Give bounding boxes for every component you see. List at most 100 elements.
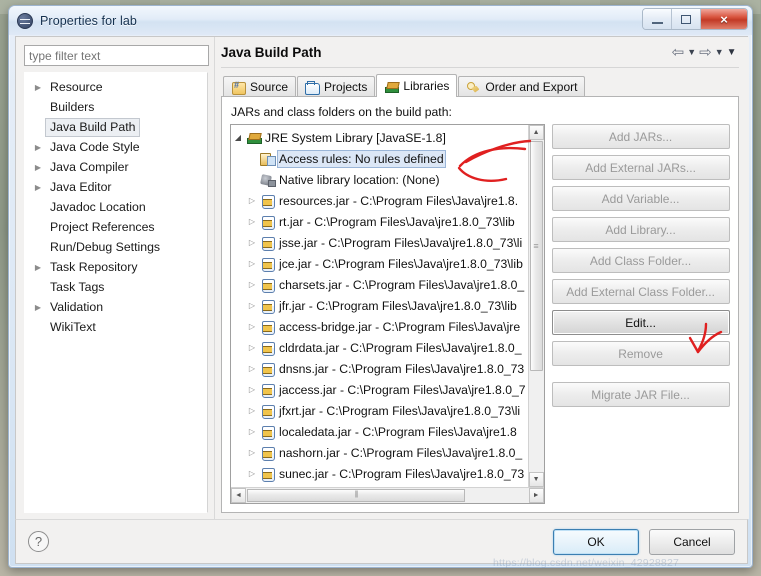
twisty-expanded-icon[interactable]: ◢ — [231, 133, 245, 142]
arrow-left-icon[interactable]: ⇦ — [672, 45, 685, 60]
chevron-right-icon[interactable]: ▶ — [31, 143, 45, 152]
java-build-path-page: Java Build Path ⇦ ▼ ⇨ ▼ ▼ Source Projects… — [214, 37, 749, 519]
jar-tree-row[interactable]: ▷ jfr.jar - C:\Program Files\Java\jre1.8.… — [231, 295, 528, 316]
twisty-collapsed-icon[interactable]: ▷ — [245, 448, 259, 457]
cancel-button[interactable]: Cancel — [649, 528, 735, 555]
sidebar-item-label: Project References — [50, 219, 155, 234]
sidebar-item-builders[interactable]: ▶ Builders — [25, 97, 207, 117]
edit-button[interactable]: Edit... — [551, 310, 730, 335]
jar-tree-row[interactable]: ▷ nashorn.jar - C:\Program Files\Java\jre… — [231, 442, 528, 463]
jar-list-vertical-scrollbar[interactable]: ▲ ▼ — [527, 125, 544, 487]
jar-tree-row[interactable]: Access rules: No rules defined — [231, 148, 528, 169]
jar-tree-row[interactable]: ▷ jsse.jar - C:\Program Files\Java\jre1.8… — [231, 232, 528, 253]
add-jars-button[interactable]: Add JARs... — [551, 124, 730, 149]
jar-tree-row-label: sunec.jar - C:\Program Files\Java\jre1.8… — [279, 466, 525, 481]
tree-spacer: ▶ — [31, 103, 45, 112]
twisty-collapsed-icon[interactable]: ▷ — [245, 301, 259, 310]
tab-projects[interactable]: Projects — [297, 76, 376, 97]
twisty-collapsed-icon[interactable]: ▷ — [245, 259, 259, 268]
sidebar-item-resource[interactable]: ▶ Resource — [25, 77, 207, 97]
jar-icon — [259, 256, 277, 272]
twisty-collapsed-icon[interactable]: ▷ — [245, 469, 259, 478]
back-history-chevron-down-icon[interactable]: ▼ — [687, 48, 696, 57]
add-external-jars-button[interactable]: Add External JARs... — [551, 155, 730, 180]
jar-tree-row[interactable]: ▷ dnsns.jar - C:\Program Files\Java\jre1.… — [231, 358, 528, 379]
twisty-collapsed-icon[interactable]: ▷ — [245, 322, 259, 331]
add-variable-button[interactable]: Add Variable... — [551, 186, 730, 211]
sidebar-item-java-build-path[interactable]: ▶Java Build Path — [25, 117, 207, 137]
dialog-body: ▶Resource▶Builders▶Java Build Path▶Java … — [15, 36, 749, 519]
filter-input[interactable] — [24, 45, 209, 66]
maximize-button[interactable] — [672, 9, 701, 29]
page-menu-chevron-down-icon[interactable]: ▼ — [727, 47, 737, 58]
chevron-right-icon[interactable]: ▶ — [31, 263, 45, 272]
sidebar-item-wikitext[interactable]: ▶ WikiText — [25, 317, 207, 337]
twisty-collapsed-icon[interactable]: ▷ — [245, 343, 259, 352]
close-button[interactable]: × — [701, 9, 747, 29]
sidebar-item-label: Javadoc Location — [50, 199, 146, 214]
chevron-right-icon[interactable]: ▶ — [31, 303, 45, 312]
chevron-right-icon[interactable]: ▶ — [31, 183, 45, 192]
sidebar-item-label: Builders — [50, 99, 95, 114]
jar-tree-row[interactable]: ▷ charsets.jar - C:\Program Files\Java\jr… — [231, 274, 528, 295]
arrow-right-icon[interactable]: ⇨ — [699, 45, 712, 60]
sidebar-item-java-editor[interactable]: ▶ Java Editor — [25, 177, 207, 197]
scroll-down-arrow-icon[interactable]: ▼ — [528, 472, 544, 487]
migrate-jar-file-button[interactable]: Migrate JAR File... — [551, 382, 730, 407]
window-title: Properties for lab — [40, 13, 137, 28]
twisty-collapsed-icon[interactable]: ▷ — [245, 196, 259, 205]
sidebar-item-validation[interactable]: ▶ Validation — [25, 297, 207, 317]
jar-tree-row[interactable]: ▷ jfxrt.jar - C:\Program Files\Java\jre1.… — [231, 400, 528, 421]
forward-history-chevron-down-icon[interactable]: ▼ — [715, 48, 724, 57]
jar-tree-row[interactable]: ◢ JRE System Library [JavaSE-1.8] — [231, 127, 528, 148]
sidebar-item-label: Task Tags — [50, 279, 105, 294]
add-library-button[interactable]: Add Library... — [551, 217, 730, 242]
sidebar-item-java-compiler[interactable]: ▶ Java Compiler — [25, 157, 207, 177]
twisty-collapsed-icon[interactable]: ▷ — [245, 385, 259, 394]
chevron-right-icon[interactable]: ▶ — [31, 163, 45, 172]
tree-spacer: ▶ — [31, 323, 45, 332]
chevron-right-icon[interactable]: ▶ — [31, 83, 45, 92]
question-mark-icon[interactable]: ? — [28, 531, 49, 552]
jar-tree-row[interactable]: ▷ jce.jar - C:\Program Files\Java\jre1.8.… — [231, 253, 528, 274]
add-external-class-folder-button[interactable]: Add External Class Folder... — [551, 279, 730, 304]
horizontal-scroll-thumb[interactable] — [247, 489, 465, 502]
add-class-folder-button[interactable]: Add Class Folder... — [551, 248, 730, 273]
ok-button[interactable]: OK — [553, 528, 639, 555]
twisty-collapsed-icon[interactable]: ▷ — [245, 217, 259, 226]
sidebar-item-task-repository[interactable]: ▶ Task Repository — [25, 257, 207, 277]
sidebar-item-project-references[interactable]: ▶ Project References — [25, 217, 207, 237]
jar-tree-row[interactable]: ▷ cldrdata.jar - C:\Program Files\Java\jr… — [231, 337, 528, 358]
sidebar-item-javadoc-location[interactable]: ▶ Javadoc Location — [25, 197, 207, 217]
jar-tree-row[interactable]: ▷ resources.jar - C:\Program Files\Java\j… — [231, 190, 528, 211]
sidebar-item-java-code-style[interactable]: ▶ Java Code Style — [25, 137, 207, 157]
twisty-collapsed-icon[interactable]: ▷ — [245, 364, 259, 373]
remove-button[interactable]: Remove — [551, 341, 730, 366]
jar-tree-row[interactable]: ▷ localedata.jar - C:\Program Files\Java\… — [231, 421, 528, 442]
jar-tree-row[interactable]: ▷ sunec.jar - C:\Program Files\Java\jre1.… — [231, 463, 528, 484]
tab-order-and-export[interactable]: Order and Export — [458, 76, 586, 97]
jar-list-horizontal-scrollbar[interactable]: ◄ ► — [231, 487, 544, 503]
jar-tree-row-label: access-bridge.jar - C:\Program Files\Jav… — [279, 319, 521, 334]
twisty-collapsed-icon[interactable]: ▷ — [245, 406, 259, 415]
jar-icon — [259, 193, 277, 209]
jar-tree-row[interactable]: Native library location: (None) — [231, 169, 528, 190]
jar-tree-row[interactable]: ▷ access-bridge.jar - C:\Program Files\Ja… — [231, 316, 528, 337]
jar-tree-row[interactable]: ▷ jaccess.jar - C:\Program Files\Java\jre… — [231, 379, 528, 400]
sidebar-item-label: Java Compiler — [50, 159, 129, 174]
jar-tree-row[interactable]: ▷ rt.jar - C:\Program Files\Java\jre1.8.0… — [231, 211, 528, 232]
sidebar-item-task-tags[interactable]: ▶ Task Tags — [25, 277, 207, 297]
jar-icon — [259, 424, 277, 440]
jar-tree[interactable]: ◢ JRE System Library [JavaSE-1.8] Access r… — [231, 125, 528, 487]
scroll-right-arrow-icon[interactable]: ► — [528, 488, 544, 503]
sidebar-item-run-debug-settings[interactable]: ▶ Run/Debug Settings — [25, 237, 207, 257]
scroll-left-arrow-icon[interactable]: ◄ — [231, 488, 246, 503]
vertical-scroll-thumb[interactable] — [529, 141, 543, 371]
tab-source[interactable]: Source — [223, 76, 297, 97]
scroll-up-arrow-icon[interactable]: ▲ — [528, 125, 544, 140]
minimize-button[interactable] — [643, 9, 672, 29]
twisty-collapsed-icon[interactable]: ▷ — [245, 427, 259, 436]
twisty-collapsed-icon[interactable]: ▷ — [245, 280, 259, 289]
tab-libraries[interactable]: Libraries — [376, 74, 458, 97]
twisty-collapsed-icon[interactable]: ▷ — [245, 238, 259, 247]
